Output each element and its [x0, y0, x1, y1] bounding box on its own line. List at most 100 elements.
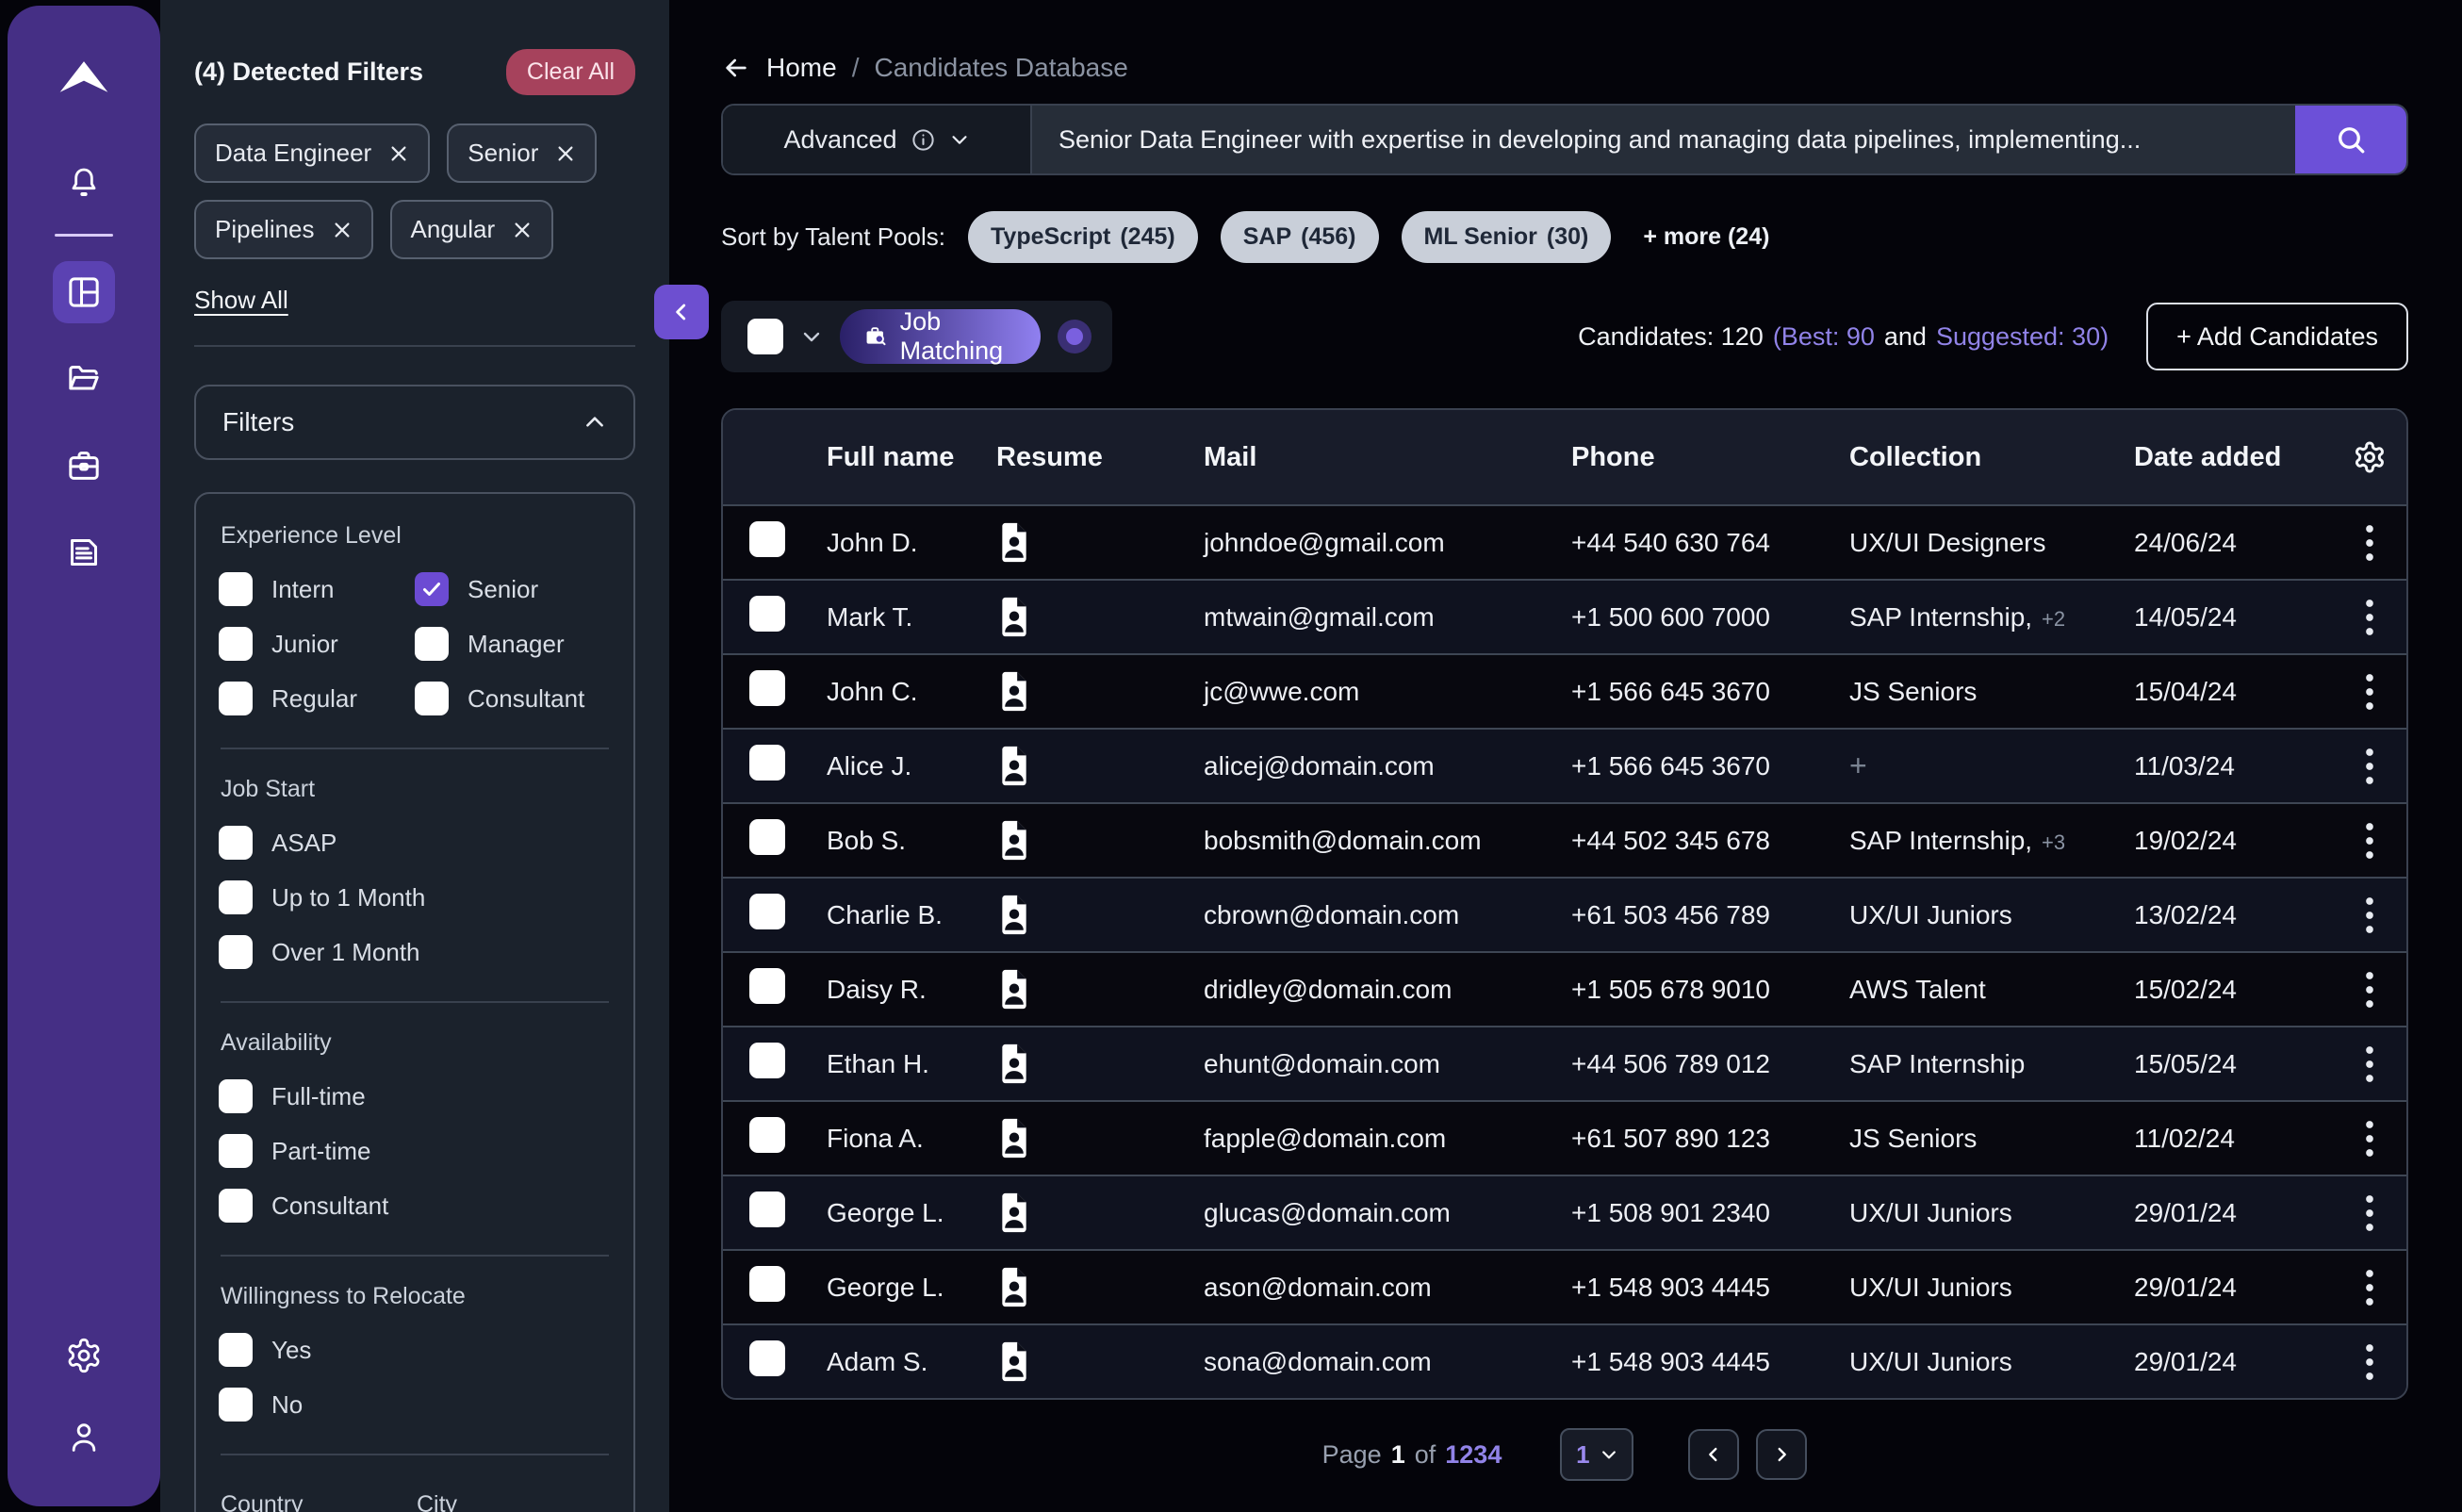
- candidate-email[interactable]: cbrown@domain.com: [1204, 900, 1459, 929]
- checkbox[interactable]: [219, 572, 253, 606]
- row-menu-button[interactable]: [2333, 523, 2406, 563]
- column-header[interactable]: Collection: [1829, 442, 2113, 473]
- candidate-email[interactable]: ehunt@domain.com: [1204, 1049, 1440, 1078]
- sidebar-item-jobs[interactable]: [53, 435, 115, 497]
- close-icon[interactable]: [512, 220, 533, 240]
- back-arrow-icon[interactable]: [721, 53, 751, 83]
- column-header[interactable]: Phone: [1551, 442, 1829, 473]
- sidebar-item-dashboard[interactable]: [53, 261, 115, 323]
- user-profile-icon[interactable]: [65, 1419, 103, 1461]
- row-checkbox[interactable]: [749, 670, 785, 706]
- filters-accordion-header[interactable]: Filters: [194, 385, 635, 460]
- row-menu-button[interactable]: [2333, 672, 2406, 712]
- row-checkbox[interactable]: [749, 521, 785, 557]
- checkbox[interactable]: [219, 1333, 253, 1367]
- checkbox[interactable]: [219, 935, 253, 969]
- candidate-email[interactable]: glucas@domain.com: [1204, 1198, 1451, 1227]
- filter-chip[interactable]: Angular: [390, 200, 554, 259]
- row-menu-button[interactable]: [2333, 1193, 2406, 1233]
- row-menu-button[interactable]: [2333, 1119, 2406, 1159]
- search-button[interactable]: [2295, 106, 2406, 173]
- row-menu-button[interactable]: [2333, 1268, 2406, 1307]
- row-checkbox[interactable]: [749, 819, 785, 855]
- job-matching-toggle[interactable]: [1058, 320, 1091, 353]
- select-all-checkbox[interactable]: [747, 319, 783, 354]
- column-header[interactable]: Resume: [976, 442, 1183, 473]
- show-all-link[interactable]: Show All: [194, 286, 288, 315]
- table-row[interactable]: Bob S.bobsmith@domain.com+44 502 345 678…: [723, 802, 2406, 877]
- resume-cell[interactable]: [976, 819, 1183, 862]
- candidate-email[interactable]: johndoe@gmail.com: [1204, 528, 1445, 557]
- search-input[interactable]: [1032, 106, 2295, 173]
- row-menu-button[interactable]: [2333, 896, 2406, 935]
- search-mode-dropdown[interactable]: Advanced: [723, 106, 1032, 173]
- resume-cell[interactable]: [976, 1266, 1183, 1308]
- row-checkbox[interactable]: [749, 745, 785, 781]
- checkbox[interactable]: [219, 1388, 253, 1422]
- collapse-panel-button[interactable]: [654, 285, 709, 339]
- checkbox[interactable]: [415, 627, 449, 661]
- checkbox[interactable]: [219, 1134, 253, 1168]
- row-checkbox[interactable]: [749, 1340, 785, 1376]
- table-row[interactable]: Fiona A.fapple@domain.com+61 507 890 123…: [723, 1100, 2406, 1175]
- checkbox[interactable]: [415, 572, 449, 606]
- checkbox-option[interactable]: Full-time: [219, 1074, 611, 1119]
- row-checkbox[interactable]: [749, 1117, 785, 1153]
- talent-pool-chip[interactable]: TypeScript(245): [968, 211, 1198, 263]
- row-menu-button[interactable]: [2333, 1044, 2406, 1084]
- page-selector[interactable]: 1: [1560, 1428, 1633, 1481]
- checkbox[interactable]: [219, 880, 253, 914]
- table-row[interactable]: George L.glucas@domain.com+1 508 901 234…: [723, 1175, 2406, 1249]
- checkbox[interactable]: [219, 682, 253, 715]
- candidate-email[interactable]: dridley@domain.com: [1204, 975, 1452, 1004]
- resume-cell[interactable]: [976, 745, 1183, 787]
- row-menu-button[interactable]: [2333, 821, 2406, 861]
- column-header[interactable]: Full name: [806, 442, 976, 473]
- checkbox[interactable]: [219, 1079, 253, 1113]
- prev-page-button[interactable]: [1688, 1429, 1739, 1480]
- table-row[interactable]: Ethan H.ehunt@domain.com+44 506 789 012S…: [723, 1026, 2406, 1100]
- notifications-bell-icon[interactable]: [65, 165, 103, 207]
- filter-chip[interactable]: Data Engineer: [194, 123, 430, 183]
- table-settings-button[interactable]: [2333, 440, 2406, 474]
- talent-pool-chip[interactable]: SAP(456): [1221, 211, 1379, 263]
- checkbox-option[interactable]: Yes: [219, 1327, 611, 1372]
- checkbox-option[interactable]: Consultant: [415, 676, 611, 721]
- resume-cell[interactable]: [976, 1117, 1183, 1159]
- sidebar-item-documents[interactable]: [53, 521, 115, 583]
- checkbox-option[interactable]: Up to 1 Month: [219, 875, 611, 920]
- row-checkbox[interactable]: [749, 1043, 785, 1078]
- select-dropdown-chevron[interactable]: [800, 325, 823, 348]
- checkbox-option[interactable]: Manager: [415, 621, 611, 666]
- row-menu-button[interactable]: [2333, 970, 2406, 1010]
- candidate-email[interactable]: alicej@domain.com: [1204, 751, 1435, 781]
- row-checkbox[interactable]: [749, 968, 785, 1004]
- next-page-button[interactable]: [1756, 1429, 1807, 1480]
- row-checkbox[interactable]: [749, 1266, 785, 1302]
- resume-cell[interactable]: [976, 596, 1183, 638]
- candidate-email[interactable]: jc@wwe.com: [1204, 677, 1359, 706]
- row-checkbox[interactable]: [749, 1192, 785, 1227]
- table-row[interactable]: Mark T.mtwain@gmail.com+1 500 600 7000SA…: [723, 579, 2406, 653]
- clear-all-button[interactable]: Clear All: [506, 49, 635, 95]
- row-checkbox[interactable]: [749, 596, 785, 632]
- filter-chip[interactable]: Pipelines: [194, 200, 373, 259]
- checkbox-option[interactable]: ASAP: [219, 820, 611, 865]
- talent-pool-chip[interactable]: ML Senior(30): [1402, 211, 1612, 263]
- checkbox[interactable]: [219, 1189, 253, 1223]
- resume-cell[interactable]: [976, 894, 1183, 936]
- resume-cell[interactable]: [976, 670, 1183, 713]
- checkbox-option[interactable]: Regular: [219, 676, 415, 721]
- checkbox[interactable]: [415, 682, 449, 715]
- filter-chip[interactable]: Senior: [447, 123, 597, 183]
- checkbox[interactable]: [219, 627, 253, 661]
- checkbox-option[interactable]: Over 1 Month: [219, 929, 611, 975]
- add-candidates-button[interactable]: + Add Candidates: [2146, 303, 2408, 370]
- checkbox-option[interactable]: No: [219, 1382, 611, 1427]
- collection-cell[interactable]: +: [1829, 748, 2113, 783]
- table-row[interactable]: Alice J.alicej@domain.com+1 566 645 3670…: [723, 728, 2406, 802]
- table-row[interactable]: John D.johndoe@gmail.com+44 540 630 764U…: [723, 504, 2406, 579]
- candidate-email[interactable]: mtwain@gmail.com: [1204, 602, 1435, 632]
- candidate-email[interactable]: ason@domain.com: [1204, 1273, 1432, 1303]
- table-row[interactable]: Charlie B.cbrown@domain.com+61 503 456 7…: [723, 877, 2406, 951]
